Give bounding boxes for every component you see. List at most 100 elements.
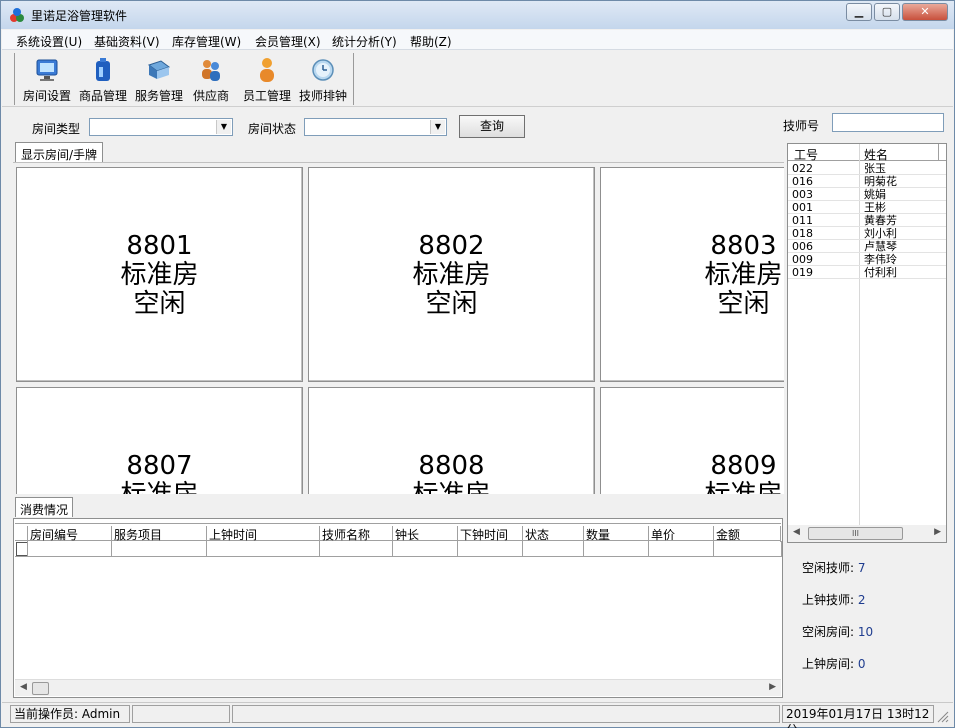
list-item[interactable]: 018 刘小利 — [788, 227, 946, 240]
tech-name: 黄春芳 — [864, 214, 897, 227]
room-number: 8808 — [418, 451, 485, 481]
list-item[interactable]: 006 卢慧琴 — [788, 240, 946, 253]
menu-inventory[interactable]: 库存管理(W) — [172, 33, 241, 50]
app-logo-icon — [10, 8, 24, 22]
service-management-button[interactable]: 服务管理 — [133, 57, 185, 104]
minimize-button[interactable]: ▁ — [846, 3, 872, 21]
stat-value: 0 — [857, 657, 866, 671]
scroll-right-icon[interactable]: ▶ — [934, 527, 941, 537]
service-management-label: 服务管理 — [134, 89, 183, 103]
tech-id: 003 — [792, 188, 813, 201]
room-card[interactable]: 8809 标准房 — [600, 387, 784, 494]
room-card[interactable]: 8801 标准房 空闲 — [16, 167, 303, 382]
menu-help[interactable]: 帮助(Z) — [410, 33, 452, 50]
scroll-thumb[interactable]: III — [808, 527, 903, 540]
product-management-button[interactable]: 商品管理 — [77, 57, 129, 104]
list-item[interactable]: 022 张玉 — [788, 162, 946, 175]
col-service[interactable]: 服务项目 — [111, 526, 206, 542]
room-type: 标准房 — [704, 260, 783, 290]
tech-list: 工号 姓名 022 张玉 016 明菊花 003 姚娟 001 王彬 011 黄春芳 01… — [787, 143, 947, 543]
list-item[interactable]: 009 李伟玲 — [788, 253, 946, 266]
room-settings-button[interactable]: 房间设置 — [21, 57, 73, 104]
menu-statistics[interactable]: 统计分析(Y) — [332, 33, 397, 50]
room-type-label: 房间类型 — [32, 122, 81, 136]
room-number: 8802 — [418, 231, 485, 261]
maximize-button[interactable]: ▢ — [874, 3, 900, 21]
room-type: 标准房 — [309, 481, 594, 495]
col-price[interactable]: 单价 — [648, 526, 713, 542]
col-room-no[interactable]: 房间编号 — [27, 526, 111, 542]
room-card[interactable]: 8803 标准房 空闲 — [600, 167, 784, 382]
tech-number-input[interactable] — [832, 113, 944, 132]
stat-value: 2 — [857, 593, 866, 607]
tech-list-header: 工号 姓名 — [788, 144, 946, 163]
list-item[interactable]: 011 黄春芳 — [788, 214, 946, 227]
consumption-grid: 房间编号 服务项目 上钟时间 技师名称 钟长 下钟时间 状态 数量 单价 金额 … — [13, 518, 783, 698]
room-status: 空闲 — [717, 289, 770, 319]
status-empty-1 — [132, 705, 230, 723]
room-type-select[interactable]: ▼ — [89, 118, 233, 136]
col-status[interactable]: 状态 — [522, 526, 583, 542]
tech-schedule-button[interactable]: 技师排钟 — [297, 57, 349, 104]
tech-id: 011 — [792, 214, 813, 227]
tech-name: 李伟玲 — [864, 253, 897, 266]
scroll-thumb[interactable] — [32, 682, 49, 695]
tech-name: 姚娟 — [864, 188, 886, 201]
menu-base-data[interactable]: 基础资料(V) — [94, 33, 160, 50]
col-end-time[interactable]: 下钟时间 — [457, 526, 522, 542]
scroll-right-icon[interactable]: ▶ — [769, 682, 776, 692]
close-button[interactable]: ✕ — [902, 3, 948, 21]
col-tech-name[interactable]: 技师名称 — [319, 526, 392, 542]
tech-name: 张玉 — [864, 162, 886, 175]
tab-consumption[interactable]: 消费情况 — [15, 497, 74, 517]
col-start-time[interactable]: 上钟时间 — [206, 526, 319, 542]
room-status-select[interactable]: ▼ — [304, 118, 447, 136]
list-item[interactable]: 003 姚娟 — [788, 188, 946, 201]
tab-rooms[interactable]: 显示房间/手牌 — [15, 142, 104, 162]
chevron-down-icon[interactable]: ▼ — [216, 120, 231, 134]
supplier-button[interactable]: 供应商 — [191, 57, 231, 104]
col-quantity[interactable]: 数量 — [583, 526, 648, 542]
horizontal-scrollbar[interactable]: ◀ III ▶ — [788, 525, 946, 542]
toolbar: 房间设置 商品管理 服务管理 供应商 员工管理 技师排钟 — [2, 51, 953, 107]
stat-idle-rooms: 空闲房间: 10 — [802, 623, 873, 640]
staff-management-button[interactable]: 员工管理 — [241, 57, 293, 104]
stat-value: 10 — [857, 625, 874, 639]
list-item[interactable]: 001 王彬 — [788, 201, 946, 214]
tech-id: 018 — [792, 227, 813, 240]
status-operator: 当前操作员: Admin — [10, 705, 130, 723]
horizontal-scrollbar[interactable]: ◀ ▶ — [15, 679, 781, 696]
stat-label: 空闲技师: — [802, 561, 855, 575]
menu-system-settings[interactable]: 系统设置(U) — [16, 33, 82, 50]
list-item[interactable]: 016 明菊花 — [788, 175, 946, 188]
chevron-down-icon[interactable]: ▼ — [430, 120, 445, 134]
list-item[interactable]: 019 付利利 — [788, 266, 946, 279]
resize-grip-icon[interactable] — [937, 711, 949, 723]
staff-management-label: 员工管理 — [242, 89, 291, 103]
filter-bar: 房间类型 ▼ 房间状态 ▼ 查询 技师号 — [1, 111, 955, 139]
scroll-left-icon[interactable]: ◀ — [20, 682, 27, 692]
room-card[interactable]: 8808 标准房 — [308, 387, 595, 494]
col-duration[interactable]: 钟长 — [392, 526, 457, 542]
table-row[interactable] — [15, 541, 782, 557]
tech-name: 卢慧琴 — [864, 240, 897, 253]
people-icon — [202, 60, 220, 81]
title-bar: 里诺足浴管理软件 ▁ ▢ ✕ — [1, 1, 954, 29]
room-card[interactable]: 8802 标准房 空闲 — [308, 167, 595, 382]
menu-bar: 系统设置(U) 基础资料(V) 库存管理(W) 会员管理(X) 统计分析(Y) … — [2, 30, 953, 50]
col-tech-id[interactable]: 工号 — [794, 146, 818, 163]
scroll-left-icon[interactable]: ◀ — [793, 527, 800, 537]
room-card[interactable]: 8807 标准房 — [16, 387, 303, 494]
tech-id: 006 — [792, 240, 813, 253]
monitor-icon — [36, 59, 58, 81]
product-management-label: 商品管理 — [78, 89, 127, 103]
col-amount[interactable]: 金额 — [713, 526, 781, 542]
service-icon — [147, 60, 171, 79]
query-button[interactable]: 查询 — [459, 115, 525, 138]
tech-id: 019 — [792, 266, 813, 279]
tech-id: 009 — [792, 253, 813, 266]
stat-label: 上钟技师: — [802, 593, 855, 607]
room-type: 标准房 — [412, 260, 491, 290]
menu-members[interactable]: 会员管理(X) — [255, 33, 321, 50]
col-tech-name[interactable]: 姓名 — [864, 146, 888, 163]
